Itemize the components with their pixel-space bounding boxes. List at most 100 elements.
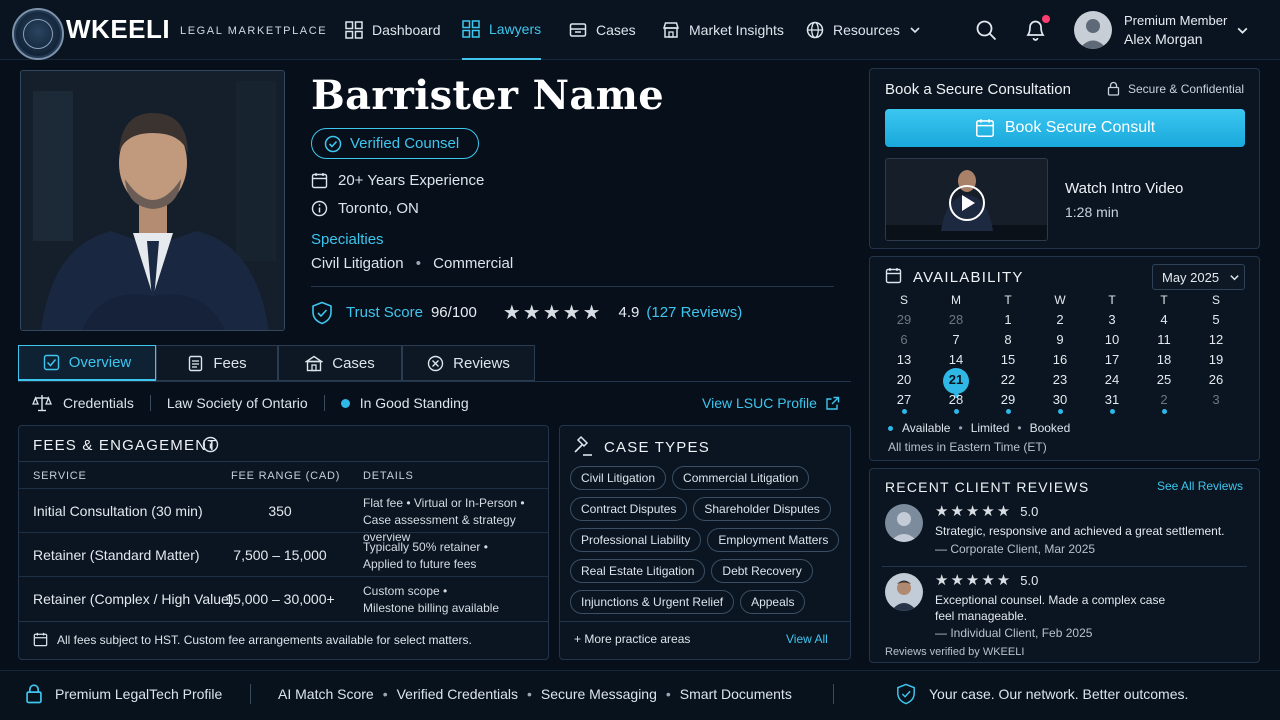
calendar-day[interactable]: 30	[1045, 392, 1075, 407]
month-select[interactable]: May 2025	[1152, 264, 1245, 290]
calendar-day[interactable]: 28	[941, 392, 971, 407]
calendar-day[interactable]: 8	[993, 332, 1023, 347]
case-type-chip[interactable]: Contract Disputes	[570, 497, 688, 521]
calendar-day[interactable]: 31	[1097, 392, 1127, 407]
calendar-day[interactable]: 29	[889, 312, 919, 327]
col-details-header: DETAILS	[363, 470, 414, 482]
case-type-chip[interactable]: Employment Matters	[707, 528, 840, 552]
nav-lawyers[interactable]: Lawyers	[462, 0, 542, 60]
standing-status: In Good Standing	[359, 395, 469, 411]
case-type-chip[interactable]: Professional Liability	[570, 528, 702, 552]
info-circle-icon[interactable]	[202, 436, 219, 453]
calendar-day[interactable]: 23	[1045, 372, 1075, 387]
calendar-day[interactable]: 10	[1097, 332, 1127, 347]
footer-features: AI Match Score • Verified Credentials • …	[278, 686, 792, 702]
view-lsuc-profile-link[interactable]: View LSUC Profile	[702, 395, 840, 411]
calendar-day[interactable]: 12	[1201, 332, 1231, 347]
case-type-chip[interactable]: Commercial Litigation	[672, 466, 810, 490]
calendar-day[interactable]: 11	[1149, 332, 1179, 347]
video-title[interactable]: Watch Intro Video	[1065, 180, 1183, 197]
tab-fees[interactable]: Fees	[156, 345, 278, 381]
calendar-weekday: S	[899, 293, 908, 307]
availability-dot	[1110, 409, 1115, 414]
fee-details: Typically 50% retainer • Applied to futur…	[363, 539, 488, 573]
tagline: Your case. Our network. Better outcomes.	[929, 686, 1189, 702]
nav-cases[interactable]: Cases	[569, 0, 636, 60]
intro-video-thumbnail[interactable]	[885, 158, 1048, 241]
calendar-day[interactable]: 21	[941, 372, 971, 387]
calendar-day[interactable]: 19	[1201, 352, 1231, 367]
calendar-day[interactable]: 5	[1201, 312, 1231, 327]
see-all-reviews-link[interactable]: See All Reviews	[1157, 479, 1243, 493]
book-consult-button[interactable]: Book Secure Consult	[885, 109, 1245, 147]
logo-seal-icon[interactable]	[12, 8, 64, 60]
case-type-chip[interactable]: Injunctions & Urgent Relief	[570, 590, 735, 614]
calendar-day[interactable]: 20	[889, 372, 919, 387]
calendar-day[interactable]: 3	[1097, 312, 1127, 327]
reviews-count-link[interactable]: (127 Reviews)	[646, 304, 742, 321]
nav-dashboard[interactable]: Dashboard	[345, 0, 441, 60]
tab-cases-label: Cases	[332, 354, 375, 372]
calendar-day[interactable]: 2	[1045, 312, 1075, 327]
calendar-day[interactable]: 1	[993, 312, 1023, 327]
case-type-chip[interactable]: Appeals	[740, 590, 806, 614]
calendar-day[interactable]: 6	[889, 332, 919, 347]
tab-reviews[interactable]: Reviews	[402, 345, 535, 381]
chevron-down-icon[interactable]	[1236, 24, 1249, 37]
nav-resources[interactable]: Resources	[806, 0, 921, 60]
store-icon	[662, 22, 680, 38]
case-type-chip[interactable]: Civil Litigation	[570, 466, 667, 490]
view-all-link[interactable]: View All	[786, 632, 828, 646]
calendar-day[interactable]: 25	[1149, 372, 1179, 387]
calendar-day[interactable]: 17	[1097, 352, 1127, 367]
external-link-icon	[826, 396, 840, 410]
fee-service: Initial Consultation (30 min)	[33, 503, 203, 519]
separator	[250, 684, 251, 704]
review-text: feel manageable.	[935, 609, 1028, 623]
case-type-chip[interactable]: Debt Recovery	[711, 559, 813, 583]
nav-market-insights[interactable]: Market Insights	[662, 0, 784, 60]
credentials-label: Credentials	[63, 395, 134, 411]
search-icon[interactable]	[976, 20, 997, 41]
review-author: — Individual Client, Feb 2025	[935, 626, 1093, 640]
calendar-day[interactable]: 9	[1045, 332, 1075, 347]
reviews-verified-note: Reviews verified by WKEELI	[885, 646, 1025, 658]
case-type-chip[interactable]: Real Estate Litigation	[570, 559, 706, 583]
calendar-day[interactable]: 24	[1097, 372, 1127, 387]
brand-name[interactable]: WKEELI	[66, 14, 170, 45]
fee-detail-line: Custom scope •	[363, 584, 448, 598]
calendar-day[interactable]: 16	[1045, 352, 1075, 367]
calendar-icon	[975, 119, 994, 137]
review-stars: ★★★★★	[935, 572, 1013, 589]
reviews-title: RECENT CLIENT REVIEWS	[885, 479, 1090, 495]
legend-available: Available	[902, 421, 951, 435]
calendar-day[interactable]: 4	[1149, 312, 1179, 327]
calendar-day[interactable]: 13	[889, 352, 919, 367]
calendar-day[interactable]: 18	[1149, 352, 1179, 367]
calendar-weekday: T	[1108, 293, 1116, 307]
calendar-day[interactable]: 22	[993, 372, 1023, 387]
tab-overview[interactable]: Overview	[18, 345, 156, 381]
calendar-day[interactable]: 14	[941, 352, 971, 367]
rating-value: 4.9	[618, 304, 640, 321]
calendar-day[interactable]: 26	[1201, 372, 1231, 387]
credentials-body: Law Society of Ontario	[166, 395, 308, 411]
credentials-row: Credentials Law Society of Ontario In Go…	[32, 394, 469, 412]
avatar[interactable]	[1074, 11, 1112, 49]
tab-cases[interactable]: Cases	[278, 345, 402, 381]
calendar-day[interactable]: 27	[889, 392, 919, 407]
user-name[interactable]: Alex Morgan	[1124, 31, 1203, 47]
case-type-chip[interactable]: Shareholder Disputes	[693, 497, 831, 521]
calendar-day[interactable]: 2	[1149, 392, 1179, 407]
calendar-day[interactable]: 7	[941, 332, 971, 347]
booking-title: Book a Secure Consultation	[885, 81, 1071, 98]
calendar-day[interactable]: 15	[993, 352, 1023, 367]
fee-detail-line: Applied to future fees	[363, 557, 477, 571]
calendar-day[interactable]: 3	[1201, 392, 1231, 407]
fee-service: Retainer (Standard Matter)	[33, 547, 200, 563]
scales-icon	[32, 395, 52, 412]
more-practice-areas[interactable]: + More practice areas	[574, 632, 690, 646]
calendar-day[interactable]: 29	[993, 392, 1023, 407]
calendar-day[interactable]: 28	[941, 312, 971, 327]
availability-title: AVAILABILITY	[913, 269, 1024, 286]
